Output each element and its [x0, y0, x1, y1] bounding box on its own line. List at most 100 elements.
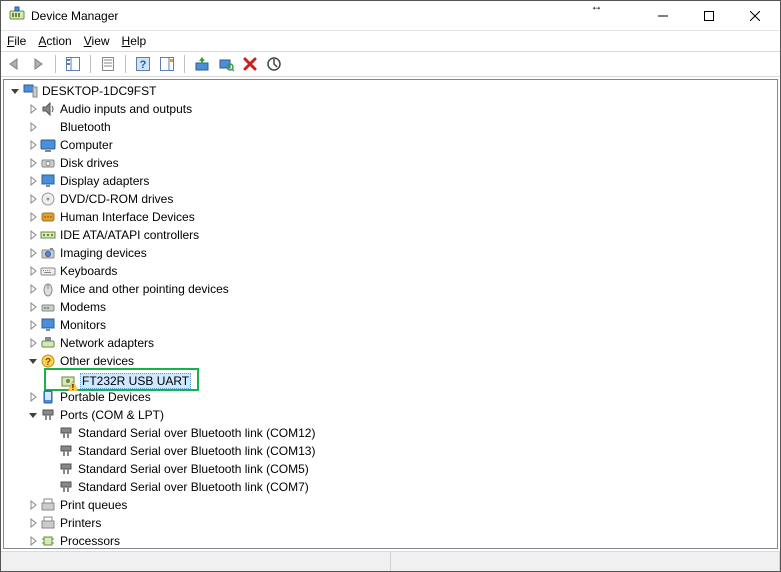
node-label: Audio inputs and outputs [60, 102, 192, 116]
toolbar-separator [90, 55, 91, 73]
printqueue-icon [40, 497, 56, 513]
close-button[interactable] [732, 1, 778, 31]
maximize-button[interactable] [686, 1, 732, 31]
menu-view[interactable]: View [84, 34, 110, 48]
port-icon [58, 443, 74, 459]
expand-collapse-icon[interactable] [26, 194, 40, 204]
node-label: Standard Serial over Bluetooth link (COM… [78, 426, 315, 440]
expand-collapse-icon[interactable] [26, 158, 40, 168]
tree-category-node[interactable]: IDE ATA/ATAPI controllers [8, 226, 777, 244]
toolbar-separator [184, 55, 185, 73]
tree-category-node[interactable]: Print queues [8, 496, 777, 514]
action-pane-button[interactable] [156, 53, 178, 75]
expand-collapse-icon[interactable] [26, 284, 40, 294]
tree-category-node[interactable]: Keyboards [8, 262, 777, 280]
back-button[interactable] [3, 53, 25, 75]
bluetooth-icon [40, 119, 56, 135]
svg-text:?: ? [45, 357, 51, 368]
tree-category-node[interactable]: Modems [8, 298, 777, 316]
svg-text:?: ? [140, 59, 147, 71]
expand-collapse-icon[interactable] [26, 212, 40, 222]
tree-category-node[interactable]: Disk drives [8, 154, 777, 172]
toolbar-separator [125, 55, 126, 73]
expand-collapse-icon[interactable] [26, 230, 40, 240]
audio-icon [40, 101, 56, 117]
app-icon [9, 6, 25, 25]
expand-collapse-icon[interactable] [26, 104, 40, 114]
tree-category-node[interactable]: Processors [8, 532, 777, 549]
expand-collapse-icon[interactable] [26, 392, 40, 402]
node-label: Display adapters [60, 174, 149, 188]
forward-button[interactable] [27, 53, 49, 75]
properties-button[interactable] [97, 53, 119, 75]
imaging-icon [40, 245, 56, 261]
expand-collapse-icon[interactable] [26, 518, 40, 528]
expand-collapse-icon[interactable] [26, 410, 40, 420]
tree-category-node[interactable]: Computer [8, 136, 777, 154]
tree-category-node[interactable]: Ports (COM & LPT) [8, 406, 777, 424]
tree-category-node[interactable]: Display adapters [8, 172, 777, 190]
expand-collapse-icon[interactable] [26, 122, 40, 132]
tree-category-node[interactable]: Portable Devices [8, 388, 777, 406]
mouse-icon [40, 281, 56, 297]
toolbar: ? [1, 51, 780, 77]
svg-text:!: ! [72, 383, 75, 391]
expand-collapse-icon[interactable] [26, 356, 40, 366]
help-button[interactable]: ? [132, 53, 154, 75]
window-title: Device Manager [31, 9, 118, 23]
tree-category-node[interactable]: Human Interface Devices [8, 208, 777, 226]
expand-collapse-icon[interactable] [26, 536, 40, 546]
expand-collapse-icon[interactable] [8, 86, 22, 96]
ide-icon [40, 227, 56, 243]
computer-icon [40, 137, 56, 153]
disable-device-button[interactable] [263, 53, 285, 75]
tree-root-node[interactable]: DESKTOP-1DC9FST [8, 82, 777, 100]
tree-category-node[interactable]: Network adapters [8, 334, 777, 352]
tree-device-node[interactable]: Standard Serial over Bluetooth link (COM… [8, 460, 777, 478]
title-bar: Device Manager ↔ [1, 1, 780, 31]
port-icon [58, 479, 74, 495]
keyboard-icon [40, 263, 56, 279]
scan-hardware-button[interactable] [215, 53, 237, 75]
tree-category-node[interactable]: Mice and other pointing devices [8, 280, 777, 298]
node-label: Imaging devices [60, 246, 147, 260]
uninstall-device-button[interactable] [239, 53, 261, 75]
unknown-icon: ! [60, 373, 76, 389]
modem-icon [40, 299, 56, 315]
node-label: Other devices [60, 354, 134, 368]
node-label: Standard Serial over Bluetooth link (COM… [78, 480, 309, 494]
expand-collapse-icon[interactable] [26, 140, 40, 150]
tree-category-node[interactable]: Monitors [8, 316, 777, 334]
show-hide-console-tree-button[interactable] [62, 53, 84, 75]
expand-collapse-icon[interactable] [26, 266, 40, 276]
tree-category-node[interactable]: Audio inputs and outputs [8, 100, 777, 118]
expand-collapse-icon[interactable] [26, 338, 40, 348]
display-icon [40, 173, 56, 189]
expand-collapse-icon[interactable] [26, 320, 40, 330]
expand-collapse-icon[interactable] [26, 500, 40, 510]
cpu-icon [40, 533, 56, 549]
minimize-button[interactable] [640, 1, 686, 31]
device-tree-panel[interactable]: DESKTOP-1DC9FST Audio inputs and outputs B… [3, 79, 778, 549]
tree-device-node[interactable]: Standard Serial over Bluetooth link (COM… [8, 478, 777, 496]
expand-collapse-icon[interactable] [26, 248, 40, 258]
menu-file[interactable]: File [7, 34, 26, 48]
tree-category-node[interactable]: Printers [8, 514, 777, 532]
menu-help[interactable]: Help [122, 34, 147, 48]
node-label: FT232R USB UART [80, 373, 191, 389]
update-driver-button[interactable] [191, 53, 213, 75]
tree-category-node[interactable]: DVD/CD-ROM drives [8, 190, 777, 208]
expand-collapse-icon[interactable] [26, 176, 40, 186]
node-label: Modems [60, 300, 106, 314]
tree-device-node[interactable]: Standard Serial over Bluetooth link (COM… [8, 442, 777, 460]
port-icon [40, 407, 56, 423]
tree-device-node[interactable]: Standard Serial over Bluetooth link (COM… [8, 424, 777, 442]
highlight-box: ! FT232R USB UART [44, 368, 199, 391]
disk-icon [40, 155, 56, 171]
tree-device-node[interactable]: ! FT232R USB UART [8, 370, 777, 388]
expand-collapse-icon[interactable] [26, 302, 40, 312]
tree-category-node[interactable]: Bluetooth [8, 118, 777, 136]
tree-category-node[interactable]: Imaging devices [8, 244, 777, 262]
node-label: Printers [60, 516, 101, 530]
menu-action[interactable]: Action [38, 34, 71, 48]
